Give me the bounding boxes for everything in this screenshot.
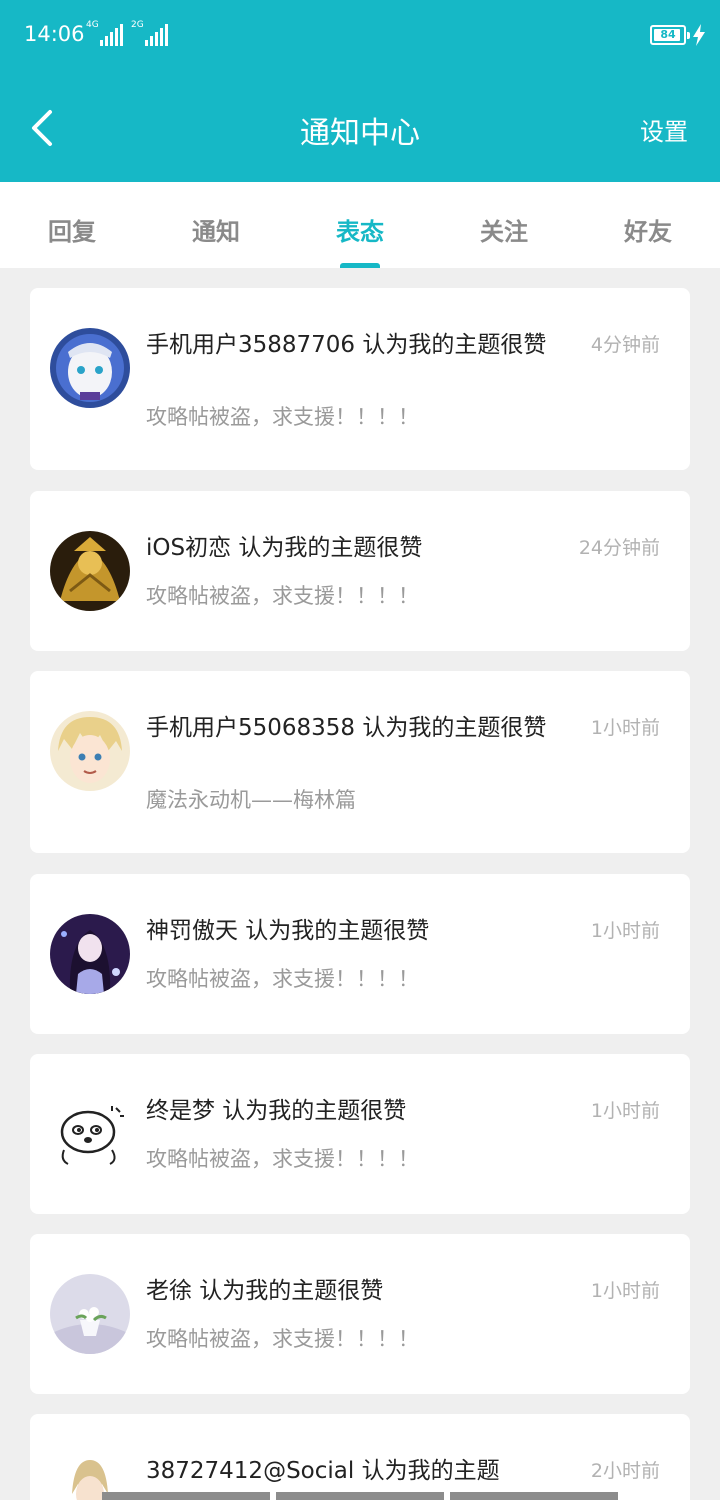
- page-title: 通知中心: [300, 116, 420, 151]
- notification-subtitle: 魔法永动机——梅林篇: [146, 788, 356, 812]
- notification-time: 4分钟前: [590, 334, 660, 356]
- notification-time: 24分钟前: [578, 537, 660, 559]
- battery-icon: 84: [650, 25, 690, 45]
- list-item[interactable]: 38727412@Social 认为我的主题 2小时前: [30, 1414, 690, 1500]
- tab-reply[interactable]: 回复: [0, 182, 144, 268]
- notification-title: iOS初恋 认为我的主题很赞: [146, 535, 423, 561]
- status-bar: 14:06 4G 2G 84: [0, 0, 720, 72]
- battery-level: 84: [660, 28, 676, 41]
- list-item[interactable]: 手机用户35887706 认为我的主题很赞 攻略帖被盗，求支援！！！！ 4分钟前: [30, 288, 690, 470]
- app-bar: 通知中心 设置: [0, 72, 720, 182]
- list-item[interactable]: 终是梦 认为我的主题很赞 攻略帖被盗，求支援！！！！ 1小时前: [30, 1054, 690, 1214]
- charging-icon: [693, 24, 705, 46]
- notification-time: 2小时前: [590, 1460, 660, 1482]
- list-item[interactable]: 神罚傲天 认为我的主题很赞 攻略帖被盗，求支援！！！！ 1小时前: [30, 874, 690, 1034]
- notification-subtitle: 攻略帖被盗，求支援！！！！: [146, 967, 419, 991]
- notification-time: 1小时前: [590, 1100, 660, 1122]
- avatar[interactable]: [50, 1274, 130, 1354]
- notification-time: 1小时前: [590, 920, 660, 942]
- notification-title: 手机用户35887706 认为我的主题很赞: [146, 332, 547, 358]
- list-item[interactable]: iOS初恋 认为我的主题很赞 攻略帖被盗，求支援！！！！ 24分钟前: [30, 491, 690, 651]
- notification-title: 终是梦 认为我的主题很赞: [146, 1098, 407, 1124]
- notification-time: 1小时前: [590, 717, 660, 739]
- tab-friends[interactable]: 好友: [576, 182, 720, 268]
- notification-title: 神罚傲天 认为我的主题很赞: [146, 918, 430, 944]
- tab-bar: 回复 通知 表态 关注 好友: [0, 182, 720, 268]
- tab-following[interactable]: 关注: [432, 182, 576, 268]
- notification-title: 手机用户55068358 认为我的主题很赞: [146, 715, 547, 741]
- notification-subtitle: 攻略帖被盗，求支援！！！！: [146, 1327, 419, 1351]
- notification-title: 老徐 认为我的主题很赞: [146, 1278, 384, 1304]
- notification-title: 38727412@Social 认为我的主题: [146, 1458, 500, 1484]
- tab-reactions[interactable]: 表态: [288, 182, 432, 268]
- scroll-indicator: [102, 1492, 270, 1500]
- avatar[interactable]: [50, 711, 130, 791]
- notification-subtitle: 攻略帖被盗，求支援！！！！: [146, 1147, 419, 1171]
- scroll-indicator: [276, 1492, 444, 1500]
- avatar[interactable]: [50, 328, 130, 408]
- list-item[interactable]: 手机用户55068358 认为我的主题很赞 魔法永动机——梅林篇 1小时前: [30, 671, 690, 853]
- tab-indicator: [340, 263, 380, 268]
- avatar[interactable]: [50, 1094, 130, 1174]
- signal-2g-icon: 2G: [131, 20, 171, 48]
- avatar[interactable]: [50, 914, 130, 994]
- list-item[interactable]: 老徐 认为我的主题很赞 攻略帖被盗，求支援！！！！ 1小时前: [30, 1234, 690, 1394]
- notification-time: 1小时前: [590, 1280, 660, 1302]
- signal-4g-icon: 4G: [86, 20, 126, 48]
- tab-notice[interactable]: 通知: [144, 182, 288, 268]
- notification-subtitle: 攻略帖被盗，求支援！！！！: [146, 584, 419, 608]
- scroll-indicator: [450, 1492, 618, 1500]
- status-time: 14:06: [24, 22, 85, 46]
- settings-button[interactable]: 设置: [640, 112, 688, 147]
- avatar[interactable]: [50, 531, 130, 611]
- notification-subtitle: 攻略帖被盗，求支援！！！！: [146, 405, 419, 429]
